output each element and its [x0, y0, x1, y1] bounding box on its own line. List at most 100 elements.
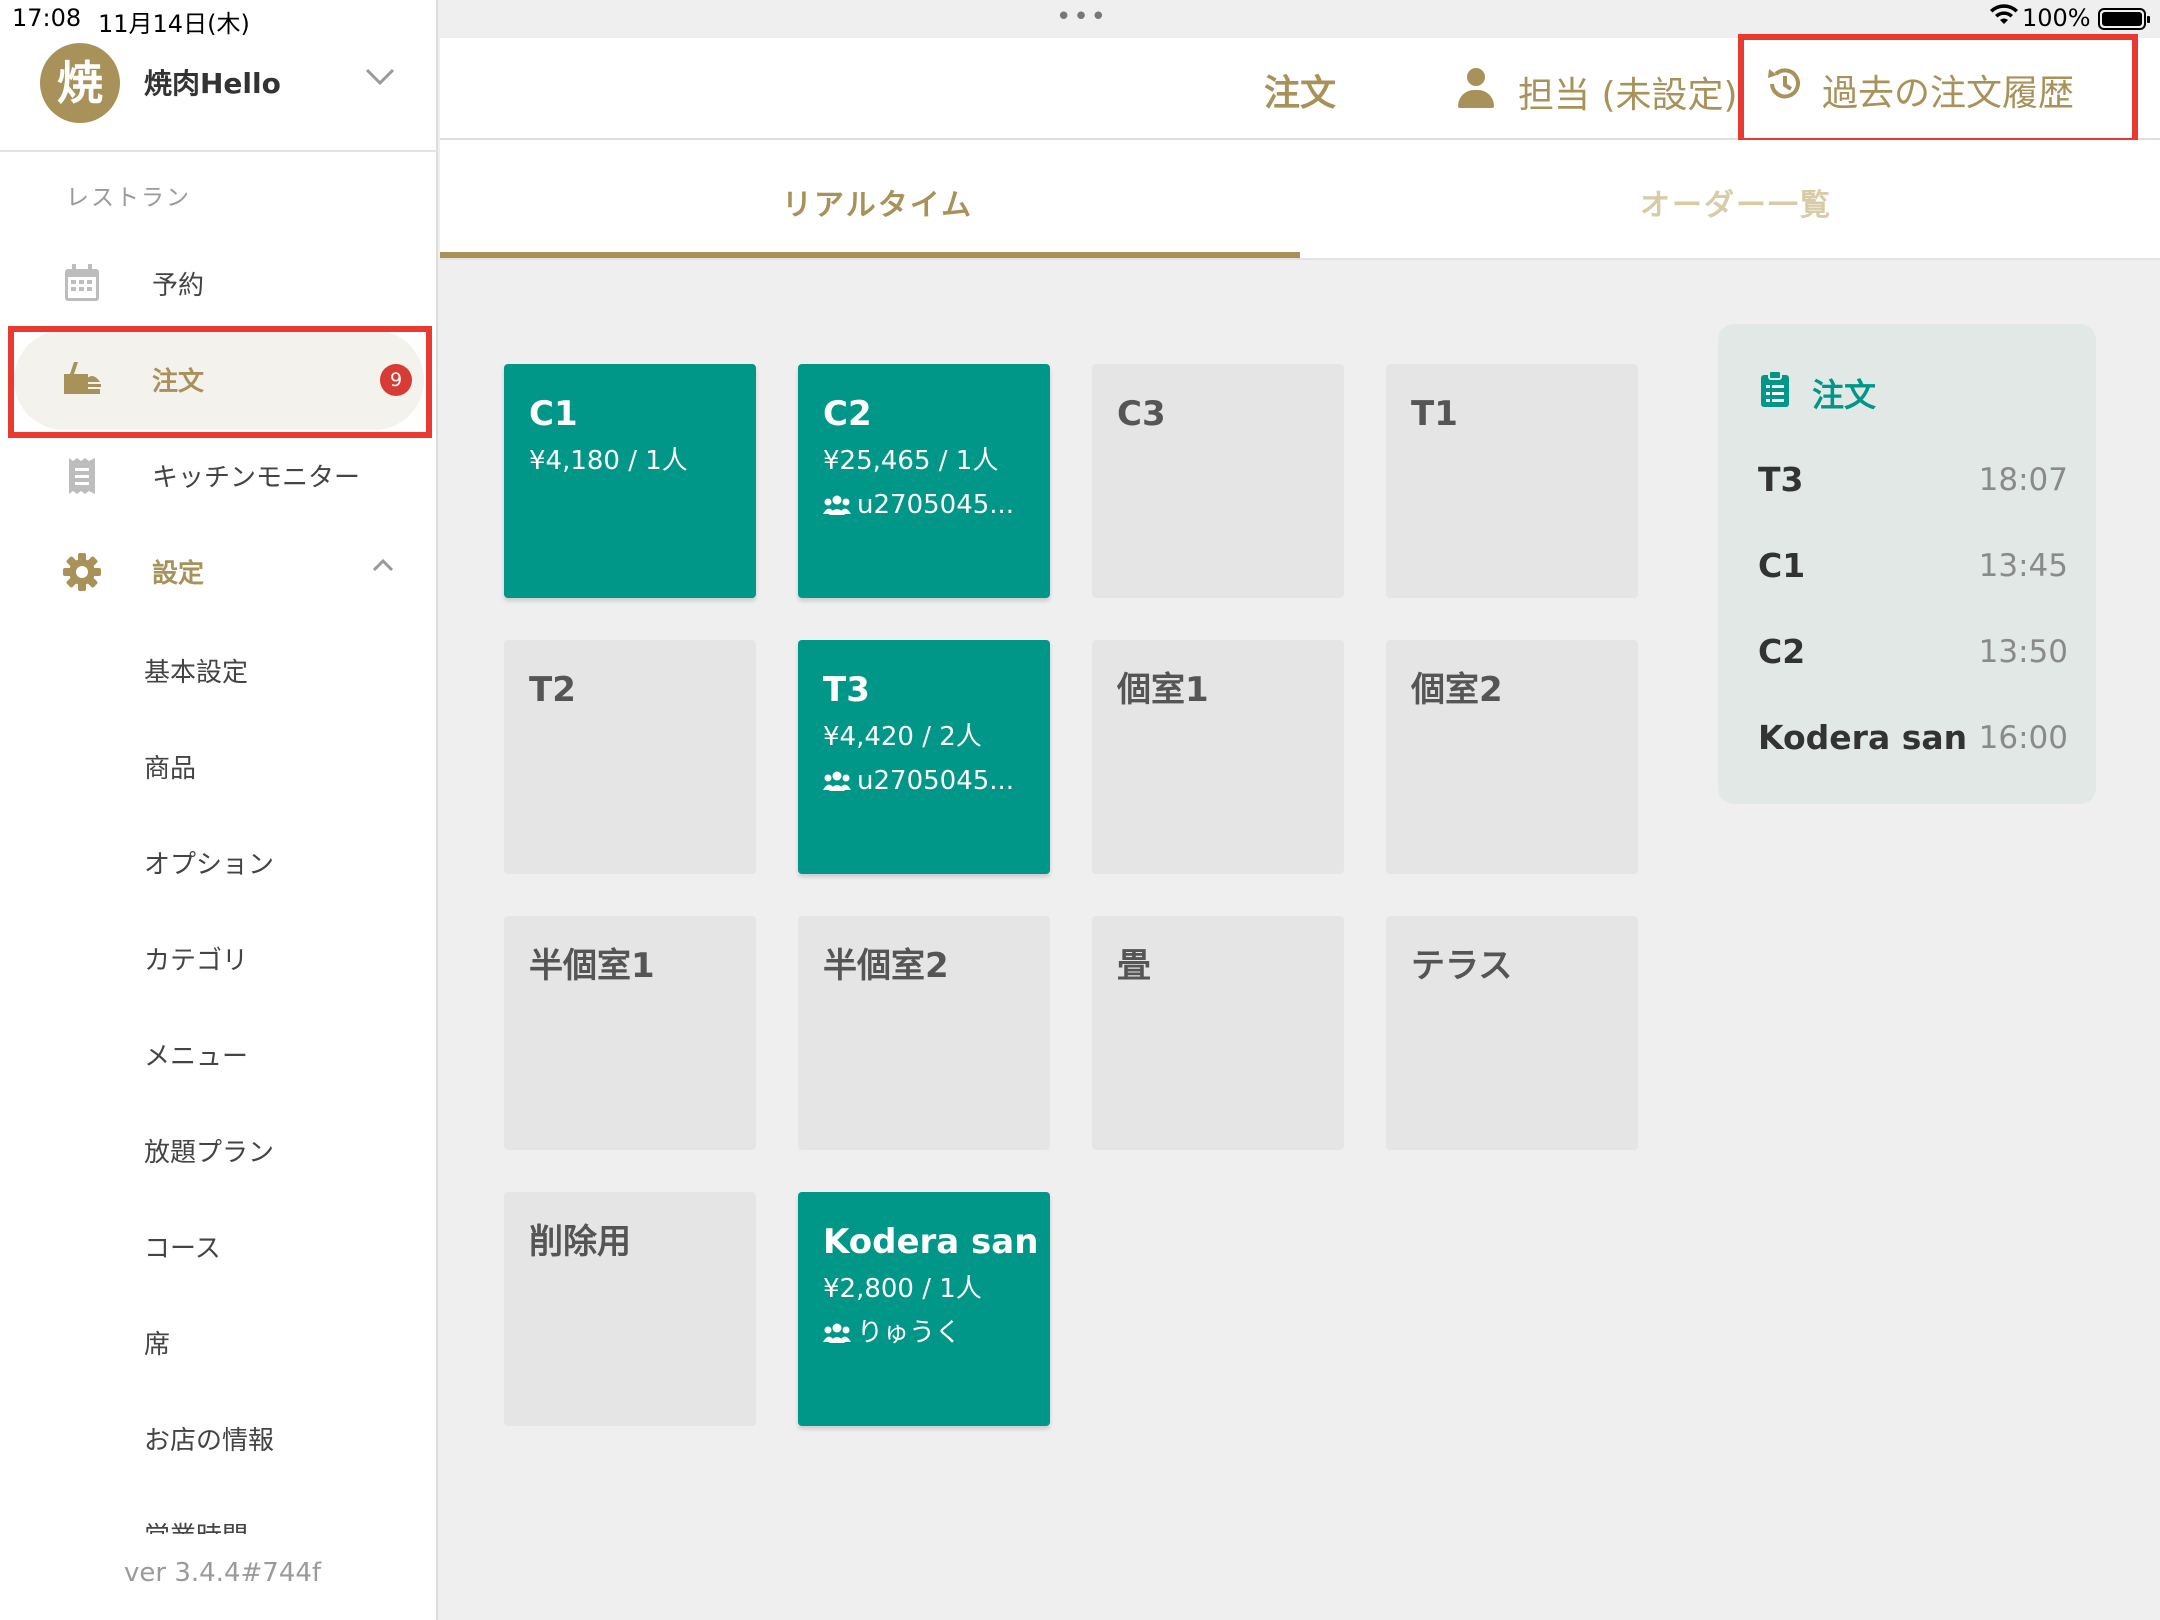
table-card-delete[interactable]: 削除用: [504, 1192, 756, 1426]
table-card-semi-private-1[interactable]: 半個室1: [504, 916, 756, 1150]
multitasking-dots[interactable]: •••: [1056, 2, 1108, 32]
battery-percent: 100%: [2022, 4, 2091, 32]
table-card-c3[interactable]: C3: [1092, 364, 1344, 598]
table-card-t2[interactable]: T2: [504, 640, 756, 874]
sidebar-subitem-menu[interactable]: メニュー: [144, 1036, 248, 1073]
sidebar-subitem-products[interactable]: 商品: [144, 748, 196, 785]
table-name: C2: [823, 394, 872, 434]
table-user: u2705045...: [823, 764, 1050, 798]
table-amount: ¥2,800 / 1人: [823, 1274, 982, 1304]
table-card-t1[interactable]: T1: [1386, 364, 1638, 598]
tab-order-list[interactable]: オーダー一覧: [1640, 180, 1832, 224]
order-row-time: 16:00: [1978, 720, 2068, 756]
table-name: C3: [1117, 394, 1166, 434]
sidebar-subitem-clip: 営業時間: [144, 1516, 344, 1534]
highlight-box-history: [1738, 34, 2138, 144]
table-user: u2705045...: [823, 488, 1050, 522]
tab-realtime[interactable]: リアルタイム: [782, 180, 973, 224]
sidebar-item-label: 予約: [152, 271, 205, 301]
order-row[interactable]: T3 18:07: [1758, 460, 2068, 504]
sidebar-item-reservation[interactable]: 予約: [14, 234, 424, 334]
table-user-name: りゅうく: [857, 1318, 962, 1348]
app-version: ver 3.4.4#744f: [124, 1558, 322, 1588]
order-panel-label: 注文: [1812, 376, 1877, 414]
order-panel: 注文 T3 18:07 C1 13:45 C2 13:50 Kodera san…: [1718, 324, 2096, 804]
table-card-kodera-san[interactable]: Kodera san ¥2,800 / 1人 りゅうく: [798, 1192, 1050, 1426]
sidebar-subitem-categories[interactable]: カテゴリ: [144, 940, 248, 977]
table-name: 半個室1: [529, 946, 655, 986]
sidebar-item-kitchen-monitor[interactable]: キッチンモニター: [14, 426, 424, 526]
table-card-tatami[interactable]: 畳: [1092, 916, 1344, 1150]
sidebar-subitem-basic-settings[interactable]: 基本設定: [144, 652, 248, 689]
table-name: T3: [823, 670, 870, 710]
table-name: 削除用: [529, 1222, 631, 1262]
wifi-icon: [1990, 4, 2018, 32]
table-name: T2: [529, 670, 576, 710]
table-user-name: u2705045...: [857, 766, 1015, 796]
table-name: 半個室2: [823, 946, 949, 986]
order-row-time: 13:45: [1978, 548, 2068, 584]
highlight-box-order: [8, 326, 432, 438]
order-row-table: T3: [1758, 460, 1804, 499]
table-card-t3[interactable]: T3 ¥4,420 / 2人 u2705045...: [798, 640, 1050, 874]
group-icon: [823, 495, 851, 515]
page-title: 注文: [1264, 73, 1337, 114]
order-row-table: C2: [1758, 632, 1806, 671]
table-card-private-room-1[interactable]: 個室1: [1092, 640, 1344, 874]
table-amount: ¥25,465 / 1人: [823, 446, 999, 476]
sidebar: 焼 焼肉Hello レストラン 予約 注文 9 キッチンモニター 設定 基本設定…: [0, 0, 438, 1620]
status-date: 11月14日(木): [98, 10, 250, 38]
order-row-time: 18:07: [1978, 462, 2068, 498]
table-name: 畳: [1117, 946, 1151, 986]
shop-name: 焼肉Hello: [144, 67, 281, 100]
clipboard-icon: [1760, 370, 1790, 410]
shop-switcher[interactable]: 焼 焼肉Hello: [0, 38, 438, 152]
chevron-up-icon[interactable]: [372, 546, 394, 579]
staff-label: 担当 (未設定): [1518, 75, 1738, 116]
table-name: T1: [1411, 394, 1458, 434]
tab-bar: リアルタイム オーダー一覧: [440, 140, 2160, 260]
table-card-c1[interactable]: C1 ¥4,180 / 1人: [504, 364, 756, 598]
order-row-table: Kodera san: [1758, 718, 1968, 757]
table-card-semi-private-2[interactable]: 半個室2: [798, 916, 1050, 1150]
table-name: 個室2: [1411, 670, 1503, 710]
sidebar-subitem-all-you-can-plans[interactable]: 放題プラン: [144, 1132, 274, 1169]
status-time: 17:08: [12, 4, 82, 32]
receipt-icon: [62, 456, 102, 496]
chevron-down-icon[interactable]: [364, 60, 396, 95]
table-user: りゅうく: [823, 1316, 1050, 1350]
sidebar-subitem-options[interactable]: オプション: [144, 844, 274, 881]
table-name: C1: [529, 394, 578, 434]
group-icon: [823, 771, 851, 791]
sidebar-item-label: 設定: [152, 559, 205, 589]
gear-icon: [62, 552, 102, 592]
status-bar: 17:08 11月14日(木) ••• 100%: [0, 0, 2160, 38]
sidebar-subitem-seats[interactable]: 席: [144, 1324, 170, 1361]
table-card-private-room-2[interactable]: 個室2: [1386, 640, 1638, 874]
table-name: 個室1: [1117, 670, 1209, 710]
sidebar-subitem-business-hours[interactable]: 営業時間: [144, 1516, 248, 1534]
table-name: テラス: [1411, 946, 1513, 986]
order-row-table: C1: [1758, 546, 1806, 585]
shop-avatar: 焼: [40, 43, 120, 123]
table-name: Kodera san: [823, 1222, 1039, 1262]
sidebar-item-label: キッチンモニター: [152, 463, 361, 493]
sidebar-subitem-courses[interactable]: コース: [144, 1228, 221, 1265]
battery-icon: [2098, 8, 2150, 30]
person-icon: [1458, 68, 1494, 108]
sidebar-item-settings[interactable]: 設定: [14, 522, 424, 622]
table-card-c2[interactable]: C2 ¥25,465 / 1人 u2705045...: [798, 364, 1050, 598]
group-icon: [823, 1323, 851, 1343]
table-user-name: u2705045...: [857, 490, 1015, 520]
table-amount: ¥4,420 / 2人: [823, 722, 982, 752]
table-card-terrace[interactable]: テラス: [1386, 916, 1638, 1150]
sidebar-subitem-shop-info[interactable]: お店の情報: [144, 1420, 274, 1457]
table-amount: ¥4,180 / 1人: [529, 446, 688, 476]
active-tab-indicator: [440, 252, 1300, 258]
order-row[interactable]: Kodera san 16:00: [1758, 718, 2068, 762]
order-row[interactable]: C1 13:45: [1758, 546, 2068, 590]
order-row-time: 13:50: [1978, 634, 2068, 670]
calendar-icon: [62, 264, 102, 304]
order-row[interactable]: C2 13:50: [1758, 632, 2068, 676]
section-label-restaurant: レストラン: [66, 185, 191, 211]
